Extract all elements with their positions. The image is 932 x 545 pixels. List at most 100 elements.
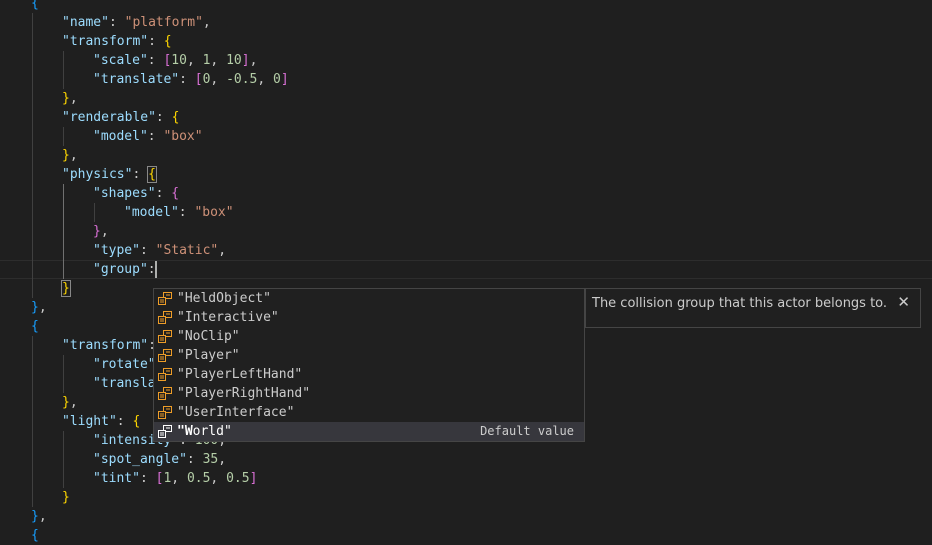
code-token: , (210, 471, 227, 486)
editor-line[interactable]: { (0, 0, 932, 13)
line-code: { (31, 526, 39, 545)
enum-member-icon (158, 425, 172, 438)
code-token: } (62, 91, 70, 106)
code-token: 10 (226, 53, 242, 68)
line-code: }, (62, 146, 78, 165)
code-token: : (132, 167, 149, 182)
editor-line[interactable]: }, (0, 507, 932, 526)
code-token: { (171, 186, 180, 201)
code-token: , (38, 300, 47, 315)
editor-line[interactable]: "name": "platform", (0, 13, 932, 32)
line-code: "rotate" (93, 355, 156, 374)
indent-guide (63, 355, 64, 393)
editor-line[interactable]: }, (0, 146, 932, 165)
code-token: , (210, 72, 227, 87)
editor-line[interactable]: "transform": { (0, 32, 932, 51)
editor-line[interactable]: }, (0, 89, 932, 108)
indent-guide (63, 51, 64, 89)
suggest-item[interactable]: "NoClip" (154, 327, 584, 346)
code-token: : (186, 452, 203, 467)
suggest-item[interactable]: "UserInterface" (154, 403, 584, 422)
line-code: "model": "box" (93, 127, 203, 146)
suggest-item-label: "NoClip" (177, 329, 240, 344)
line-code: } (62, 488, 70, 507)
line-code: "name": "platform", (62, 13, 211, 32)
line-code: } (61, 279, 71, 298)
editor-line[interactable]: { (0, 526, 932, 545)
editor-line[interactable]: "renderable": { (0, 108, 932, 127)
code-token: , (69, 91, 78, 106)
code-token: "transform" (62, 338, 149, 353)
code-token: } (62, 148, 70, 163)
code-token: , (69, 148, 78, 163)
suggest-item-label: "PlayerLeftHand" (177, 367, 303, 382)
code-token: "box" (194, 205, 234, 220)
line-code: "tint": [1, 0.5, 0.5] (93, 469, 257, 488)
code-token: "renderable" (62, 110, 156, 125)
code-token: 0.5 (186, 471, 211, 486)
code-token: "transform" (62, 34, 149, 49)
code-token: ] (241, 53, 250, 68)
editor-line[interactable]: } (0, 488, 932, 507)
editor-line[interactable]: "model": "box" (0, 127, 932, 146)
code-token: , (218, 243, 227, 258)
code-token: { (132, 414, 141, 429)
editor-line-current[interactable]: "group": (0, 260, 932, 279)
code-token: 0.5 (226, 471, 250, 486)
close-icon[interactable]: ✕ (897, 293, 910, 311)
editor-line[interactable]: "spot_angle": 35, (0, 450, 932, 469)
code-token: { (171, 110, 180, 125)
editor-line[interactable]: "tint": [1, 0.5, 0.5] (0, 469, 932, 488)
code-token: : (178, 205, 195, 220)
code-token: "spot_angle" (93, 452, 187, 467)
editor-line[interactable]: "type": "Static", (0, 241, 932, 260)
line-code: "translate": [0, -0.5, 0] (93, 70, 289, 89)
indent-guide (63, 184, 64, 279)
suggest-item[interactable]: "PlayerRightHand" (154, 384, 584, 403)
code-token: "physics" (62, 167, 133, 182)
line-code: "light": { (62, 412, 140, 431)
code-token: : (147, 53, 164, 68)
suggest-details-text: The collision group that this actor belo… (592, 296, 888, 311)
line-code: }, (31, 298, 47, 317)
code-token: "platform" (124, 15, 203, 30)
editor-line[interactable]: "model": "box" (0, 203, 932, 222)
code-token: : (139, 243, 156, 258)
code-token: 35 (202, 452, 219, 467)
editor-line[interactable]: "shapes": { (0, 184, 932, 203)
code-token: , (186, 53, 203, 68)
suggest-item-label: "PlayerRightHand" (177, 386, 311, 401)
code-editor[interactable]: {"name": "platform", "transform": {"scale… (0, 0, 932, 545)
line-code: "group": (93, 261, 156, 278)
line-code: "transla (93, 374, 156, 393)
code-token: , (210, 53, 227, 68)
editor-line[interactable]: }, (0, 222, 932, 241)
code-token: "transla (93, 376, 156, 391)
code-token: : (179, 72, 195, 87)
code-token: : (139, 471, 156, 486)
editor-line[interactable]: "scale": [10, 1, 10], (0, 51, 932, 70)
code-token: [ (194, 72, 203, 87)
editor-line[interactable]: "translate": [0, -0.5, 0] (0, 70, 932, 89)
code-token: "box" (163, 129, 203, 144)
line-code: }, (62, 89, 78, 108)
code-token: , (69, 395, 78, 410)
suggest-item[interactable]: "Interactive" (154, 308, 584, 327)
editor-line[interactable]: "physics": { (0, 165, 932, 184)
code-token: : (116, 414, 133, 429)
suggest-item[interactable]: "Player" (154, 346, 584, 365)
line-code: }, (31, 507, 47, 526)
code-token: { (31, 319, 39, 334)
suggest-item[interactable]: "PlayerLeftHand" (154, 365, 584, 384)
enum-member-icon (158, 387, 172, 400)
suggest-widget[interactable]: "HeldObject" "Interactive" "NoClip" "Player… (153, 288, 585, 442)
enum-member-icon (158, 311, 172, 324)
suggest-item-selected[interactable]: "World" Default value (154, 422, 584, 441)
indent-guide (94, 203, 95, 222)
line-code: "physics": { (62, 165, 157, 184)
suggest-item[interactable]: "HeldObject" (154, 289, 584, 308)
line-code: { (31, 0, 39, 13)
line-code: "renderable": { (62, 108, 179, 127)
code-token: } (31, 509, 39, 524)
code-token: ] (280, 72, 289, 87)
